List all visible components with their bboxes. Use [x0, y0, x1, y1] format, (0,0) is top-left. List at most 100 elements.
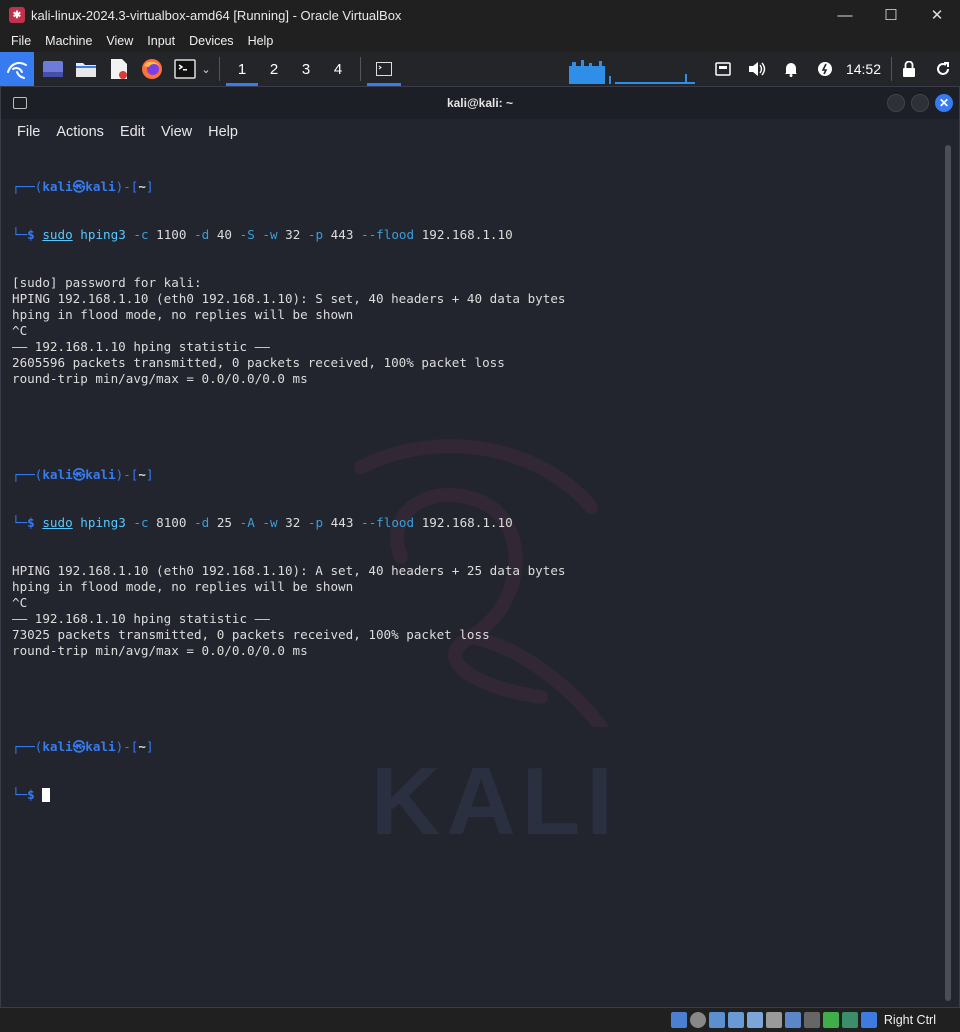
- power-manager-tray-button[interactable]: [808, 52, 842, 86]
- command-line-1: └─$ sudo hping3 -c 1100 -d 40 -S -w 32 -…: [12, 227, 513, 242]
- terminal-icon: [174, 59, 196, 79]
- text-cursor: [42, 788, 51, 802]
- command-arg: 1100: [156, 227, 187, 242]
- terminal-title: kali@kali: ~: [446, 96, 514, 110]
- close-button[interactable]: ✕: [914, 0, 960, 30]
- hard-disk-icon[interactable]: [670, 1012, 687, 1028]
- command-arg: 8100: [156, 515, 187, 530]
- terminal-scrollbar[interactable]: [945, 145, 951, 1001]
- kali-dragon-icon: [7, 62, 27, 79]
- workspace-2[interactable]: 2: [258, 52, 290, 86]
- output-line: ^C: [12, 323, 28, 338]
- workspace-4[interactable]: 4: [322, 52, 354, 86]
- terminal-menu-edit[interactable]: Edit: [112, 124, 153, 140]
- command-arg: --flood: [361, 227, 415, 242]
- vbox-app-icon: ✱: [9, 7, 25, 23]
- terminal-close-button[interactable]: ✕: [935, 94, 953, 112]
- command-arg: -A: [239, 515, 255, 530]
- maximize-button[interactable]: ☐: [868, 0, 914, 30]
- command-line-3: └─$: [12, 787, 937, 803]
- keyboard-capture-icon[interactable]: [860, 1012, 877, 1028]
- workspace-1[interactable]: 1: [226, 52, 258, 86]
- command-arg: 443: [330, 515, 354, 530]
- vbox-menu-input[interactable]: Input: [140, 34, 182, 48]
- command-arg: -w: [262, 515, 278, 530]
- mouse-integration-icon[interactable]: [841, 1012, 858, 1028]
- network-tray-button[interactable]: [706, 52, 740, 86]
- command-arg: --flood: [361, 515, 415, 530]
- vbox-menu-view[interactable]: View: [99, 34, 140, 48]
- command-arg: -c: [133, 515, 149, 530]
- output-line: ^C: [12, 595, 28, 610]
- chevron-down-icon: ⌄: [201, 63, 211, 76]
- output-line: 73025 packets transmitted, 0 packets rec…: [12, 627, 490, 642]
- power-icon: [817, 62, 832, 76]
- lock-screen-button[interactable]: [892, 52, 926, 86]
- show-desktop-icon: [43, 61, 63, 77]
- volume-icon: [748, 62, 766, 76]
- audio-icon[interactable]: [708, 1012, 725, 1028]
- terminal-maximize-button[interactable]: [911, 94, 929, 112]
- logout-button[interactable]: [926, 52, 960, 86]
- vbox-menu-file[interactable]: File: [4, 34, 38, 48]
- cpu-usage-icon[interactable]: [822, 1012, 839, 1028]
- workspace-3[interactable]: 3: [290, 52, 322, 86]
- command-arg: 443: [330, 227, 354, 242]
- terminal-window: kali@kali: ~ ✕ File Actions Edit View He…: [0, 86, 960, 1008]
- desktop-launcher[interactable]: [39, 55, 67, 83]
- output-line: round-trip min/avg/max = 0.0/0.0/0.0 ms: [12, 643, 308, 658]
- command-arg: 32: [285, 227, 301, 242]
- output-line: —— 192.168.1.10 hping statistic ——: [12, 339, 270, 354]
- usb-icon[interactable]: [746, 1012, 763, 1028]
- notifications-tray-button[interactable]: [774, 52, 808, 86]
- shared-folders-icon[interactable]: [765, 1012, 782, 1028]
- command-arg: -d: [194, 227, 210, 242]
- vbox-menu-help[interactable]: Help: [241, 34, 281, 48]
- display-icon[interactable]: [784, 1012, 801, 1028]
- terminal-menu-actions[interactable]: Actions: [48, 124, 112, 140]
- command-arg: -S: [239, 227, 255, 242]
- command-arg: 32: [285, 515, 301, 530]
- prompt-line-2: ┌──(kali㉿kali)-[~]: [12, 467, 154, 482]
- prompt-line-1: ┌──(kali㉿kali)-[~]: [12, 179, 154, 194]
- output-line: HPING 192.168.1.10 (eth0 192.168.1.10): …: [12, 563, 566, 578]
- taskbar-terminal-window[interactable]: [367, 52, 401, 86]
- terminal-dropdown-button[interactable]: ⌄: [199, 55, 213, 83]
- output-line: 2605596 packets transmitted, 0 packets r…: [12, 355, 505, 370]
- terminal-menubar: File Actions Edit View Help: [1, 119, 959, 144]
- vbox-menubar: File Machine View Input Devices Help: [0, 30, 960, 52]
- command-arg: 25: [216, 515, 233, 530]
- terminal-menu-file[interactable]: File: [9, 124, 48, 140]
- command-arg: -p: [307, 515, 324, 530]
- terminal-menu-view[interactable]: View: [153, 124, 200, 140]
- command-arg: 192.168.1.10: [421, 515, 513, 530]
- panel-clock[interactable]: 14:52: [842, 61, 891, 77]
- vbox-statusbar: Right Ctrl: [0, 1008, 960, 1032]
- terminal-icon: [376, 62, 392, 76]
- kali-menu-button[interactable]: [0, 52, 34, 86]
- output-line: hping in flood mode, no replies will be …: [12, 307, 354, 322]
- file-manager-launcher[interactable]: [72, 55, 100, 83]
- recording-icon[interactable]: [803, 1012, 820, 1028]
- network-adapter-icon[interactable]: [727, 1012, 744, 1028]
- command-arg: -w: [262, 227, 278, 242]
- terminal-launcher[interactable]: [171, 55, 199, 83]
- optical-drive-icon[interactable]: [689, 1012, 706, 1028]
- text-editor-icon: [111, 59, 127, 79]
- system-tray: 14:52: [706, 52, 960, 86]
- output-line: round-trip min/avg/max = 0.0/0.0/0.0 ms: [12, 371, 308, 386]
- terminal-minimize-button[interactable]: [887, 94, 905, 112]
- minimize-button[interactable]: —: [822, 0, 868, 30]
- folder-icon: [76, 63, 96, 77]
- terminal-menu-help[interactable]: Help: [200, 124, 246, 140]
- vbox-title-bar: ✱ kali-linux-2024.3-virtualbox-amd64 [Ru…: [0, 0, 960, 30]
- text-editor-launcher[interactable]: [105, 55, 133, 83]
- volume-tray-button[interactable]: [740, 52, 774, 86]
- vbox-menu-devices[interactable]: Devices: [182, 34, 240, 48]
- command-arg: -p: [307, 227, 324, 242]
- kali-panel: ⌄ 1 2 3 4 14:52: [0, 52, 960, 86]
- panel-separator: [219, 57, 220, 81]
- firefox-launcher[interactable]: [138, 55, 166, 83]
- vbox-menu-machine[interactable]: Machine: [38, 34, 99, 48]
- terminal-output[interactable]: ┌──(kali㉿kali)-[~] └─$ sudo hping3 -c 11…: [12, 147, 937, 1007]
